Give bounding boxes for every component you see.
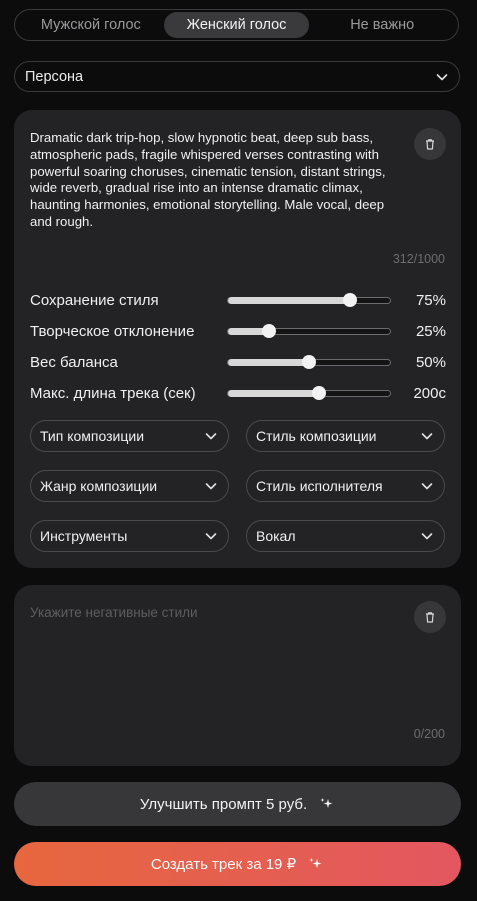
slider-label: Вес баланса <box>30 353 118 371</box>
slider-label: Творческое отклонение <box>30 322 195 340</box>
slider-thumb[interactable] <box>261 323 276 338</box>
sparkles-icon <box>319 797 335 811</box>
chevron-down-icon <box>420 429 434 443</box>
voice-option-male[interactable]: Мужской голос <box>18 12 164 38</box>
dropdown-label: Жанр композиции <box>40 478 158 494</box>
sparkles-icon <box>308 857 324 871</box>
dropdown-composition-style[interactable]: Стиль композиции <box>246 420 445 452</box>
slider-thumb[interactable] <box>342 292 357 307</box>
slider-thumb[interactable] <box>311 385 326 400</box>
dropdown-composition-type[interactable]: Тип композиции <box>30 420 229 452</box>
dropdown-label: Инструменты <box>40 528 128 544</box>
dropdown-instruments[interactable]: Инструменты <box>30 520 229 552</box>
style-card: Dramatic dark trip-hop, slow hypnotic be… <box>14 110 461 568</box>
negative-char-counter: 0/200 <box>413 727 445 741</box>
voice-selector: Мужской голос Женский голос Не важно <box>14 9 459 41</box>
dropdown-label: Вокал <box>256 528 296 544</box>
slider-value: 50% <box>415 353 446 371</box>
dropdown-artist-style[interactable]: Стиль исполнителя <box>246 470 445 502</box>
negative-styles-card: Укажите негативные стили 0/200 <box>14 585 461 766</box>
slider-track[interactable] <box>227 292 391 307</box>
slider-value: 75% <box>415 291 446 309</box>
negative-styles-textarea[interactable]: Укажите негативные стили <box>30 605 198 620</box>
dropdown-composition-genre[interactable]: Жанр композиции <box>30 470 229 502</box>
slider-creative-deviation: Творческое отклонение 25% <box>30 320 446 342</box>
slider-style-retention: Сохранение стиля 75% <box>30 289 446 311</box>
trash-icon <box>423 610 437 624</box>
slider-label: Сохранение стиля <box>30 291 159 309</box>
clear-prompt-button[interactable] <box>414 128 446 160</box>
slider-track[interactable] <box>227 385 391 400</box>
chevron-down-icon <box>204 429 218 443</box>
slider-max-track-length: Макс. длина трека (сек) 200с <box>30 382 446 404</box>
persona-select[interactable]: Персона <box>14 61 460 92</box>
create-track-label: Создать трек за 19 ₽ <box>150 856 297 873</box>
slider-value: 200с <box>413 384 446 402</box>
chevron-down-icon <box>204 529 218 543</box>
slider-value: 25% <box>415 322 446 340</box>
create-track-button[interactable]: Создать трек за 19 ₽ <box>14 842 461 886</box>
trash-icon <box>423 137 437 151</box>
clear-negative-button[interactable] <box>414 601 446 633</box>
prompt-char-counter: 312/1000 <box>392 252 445 266</box>
voice-option-any[interactable]: Не важно <box>309 12 455 38</box>
slider-track[interactable] <box>227 354 391 369</box>
slider-thumb[interactable] <box>302 354 316 369</box>
improve-prompt-button[interactable]: Улучшить промпт 5 руб. <box>14 782 461 826</box>
dropdown-label: Тип композиции <box>40 428 145 444</box>
slider-track[interactable] <box>227 323 391 338</box>
persona-label: Персона <box>25 68 84 85</box>
dropdown-vocal[interactable]: Вокал <box>246 520 445 552</box>
slider-balance-weight: Вес баланса 50% <box>30 351 446 373</box>
chevron-down-icon <box>420 479 434 493</box>
dropdown-label: Стиль композиции <box>256 428 377 444</box>
dropdown-label: Стиль исполнителя <box>256 478 383 494</box>
improve-prompt-label: Улучшить промпт 5 руб. <box>139 795 308 813</box>
chevron-down-icon <box>204 479 218 493</box>
chevron-down-icon <box>420 529 434 543</box>
chevron-down-icon <box>435 70 449 84</box>
voice-option-female[interactable]: Женский голос <box>163 12 310 38</box>
style-prompt-textarea[interactable]: Dramatic dark trip-hop, slow hypnotic be… <box>30 130 390 231</box>
slider-label: Макс. длина трека (сек) <box>30 384 196 402</box>
